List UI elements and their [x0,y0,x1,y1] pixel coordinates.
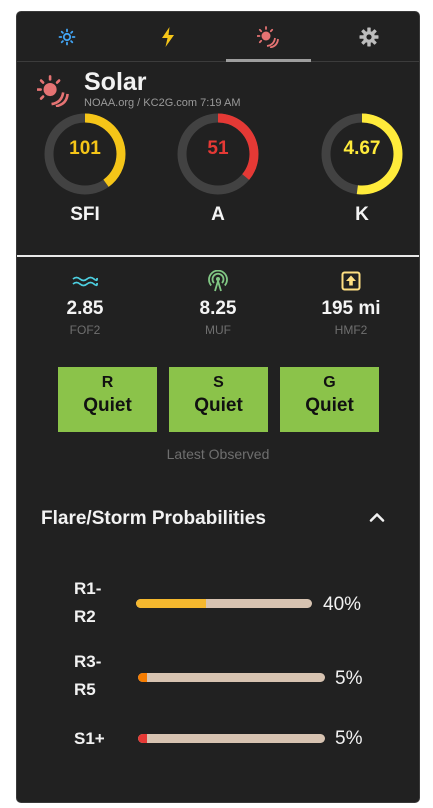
wave-icon [72,276,98,287]
gauge-value: 51 [207,138,229,159]
gauge-sfi: 101 SFI [35,112,135,226]
scale-s-box[interactable]: S Quiet [169,367,268,432]
probability-bar [138,734,325,743]
probability-bar [136,599,312,608]
probability-value: 5% [335,668,363,689]
tab-bar [17,12,419,62]
gauge-value: 4.67 [343,138,381,159]
scale-status: Quiet [194,395,243,416]
metric-muf: 8.25 MUF [158,270,278,337]
tab-settings[interactable] [319,12,420,61]
tab-sun[interactable] [17,12,118,61]
metric-value: 2.85 [66,298,104,319]
gauge-label: A [211,204,225,225]
lightning-icon [161,26,174,47]
section-divider [17,255,419,257]
tab-lightning[interactable] [118,12,219,61]
sun-icon [58,28,76,45]
index-gauges: 101 SFI 51 A 4.67 K [17,112,419,238]
metric-label: FOF2 [69,323,101,337]
scale-r-box[interactable]: R Quiet [58,367,157,432]
gauge-a: 51 A [168,112,268,226]
metric-value: 195 mi [321,298,381,319]
metric-label: HMF2 [334,323,368,337]
solar-header: Solar NOAA.org / KC2G.com 7:19 AM [17,62,419,112]
metric-value: 8.25 [199,298,237,319]
probability-bar-fill [136,599,207,608]
solar-activity-icon [257,25,280,48]
gauge-label: SFI [70,204,100,225]
probability-bar-fill [138,673,148,682]
solar-activity-icon [37,75,69,107]
probability-bar-fill [138,734,148,743]
metric-label: MUF [205,323,231,337]
gauge-value: 101 [69,138,101,159]
antenna-icon [208,270,228,292]
scale-status: Quiet [83,395,132,416]
probability-value: 5% [335,728,363,749]
scale-letter: G [323,374,336,391]
gauge-k: 4.67 K [312,112,412,226]
tab-solar[interactable] [218,12,319,62]
scale-letter: R [101,374,114,391]
probabilities-heading: Flare/Storm Probabilities [41,508,266,529]
probability-bar [138,673,325,682]
collapse-button[interactable] [369,510,385,528]
upload-box-icon [341,271,361,291]
source-timestamp: NOAA.org / KC2G.com 7:19 AM [84,97,241,109]
page-title: Solar [84,68,147,96]
metric-hmf2: 195 mi HMF2 [291,270,411,337]
probability-label: R3- R5 [74,652,102,699]
gauge-label: K [355,204,369,225]
solar-panel: Solar NOAA.org / KC2G.com 7:19 AM 101 SF… [17,12,419,802]
metric-fof2: 2.85 FOF2 [25,270,145,337]
scale-letter: S [213,374,224,391]
probability-label: S1+ [74,729,105,748]
scale-g-box[interactable]: G Quiet [280,367,379,432]
chevron-up-icon [369,513,385,522]
observed-caption: Latest Observed [166,446,270,462]
probability-label: R1- R2 [74,579,102,626]
scale-status: Quiet [305,395,354,416]
ionosphere-metrics: 2.85 FOF2 8.25 MUF 195 mi HMF2 [17,270,419,350]
gear-icon [359,27,379,46]
probability-value: 40% [323,594,362,615]
